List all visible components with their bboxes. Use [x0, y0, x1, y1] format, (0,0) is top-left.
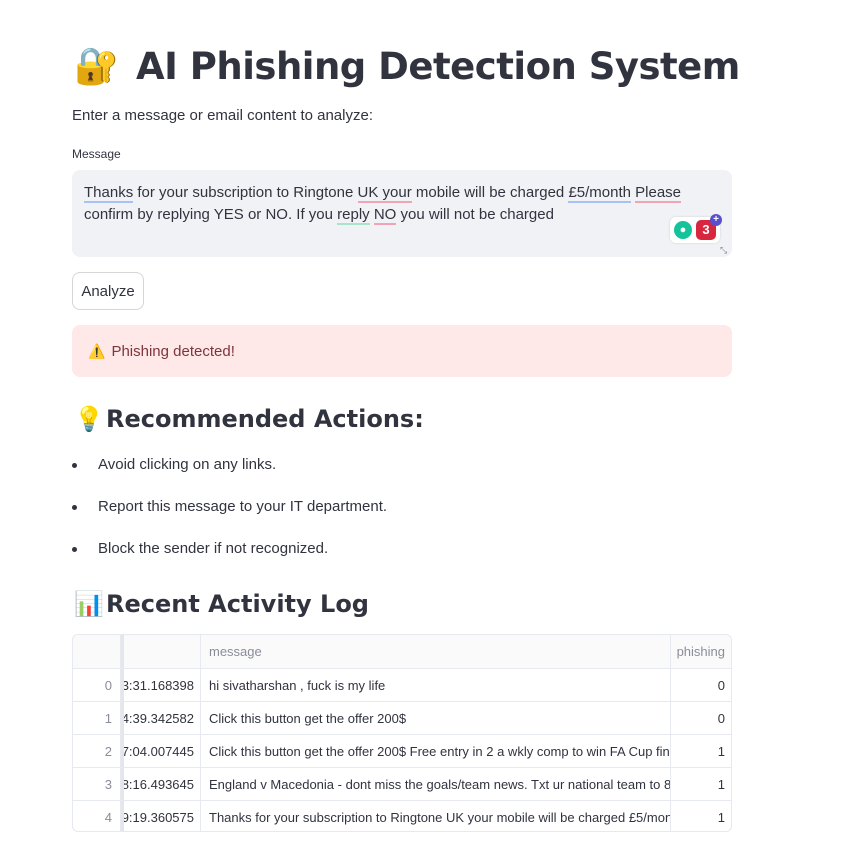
bullet-icon: [72, 547, 77, 552]
row-index: 2: [73, 735, 121, 767]
plus-icon: +: [710, 214, 722, 226]
message-text-segment: confirm by replying YES or NO. If you: [84, 206, 338, 223]
activity-log-table[interactable]: message phishing 0 :23:31.168398 hi siva…: [72, 634, 732, 832]
phishing-cell[interactable]: 1: [671, 768, 731, 800]
flagged-word[interactable]: Please: [635, 184, 682, 203]
row-index: 3: [73, 768, 121, 800]
list-item-text: Block the sender if not recognized.: [98, 540, 329, 557]
message-cell[interactable]: England v Macedonia - dont miss the goal…: [201, 768, 671, 800]
table-row[interactable]: 4 :29:19.360575 Thanks for your subscrip…: [73, 801, 731, 831]
message-textarea[interactable]: Thanks for your subscription to Ringtone…: [72, 170, 732, 257]
message-text-segment: mobile will be charged: [411, 184, 569, 201]
row-index: 0: [73, 669, 121, 701]
message-cell[interactable]: hi sivatharshan , fuck is my life: [201, 669, 671, 701]
message-text: Thanks for your subscription to Ringtone…: [84, 184, 682, 225]
input-prompt: Enter a message or email content to anal…: [72, 107, 373, 124]
phishing-alert: ⚠️ Phishing detected!: [72, 325, 732, 377]
table-row[interactable]: 0 :23:31.168398 hi sivatharshan , fuck i…: [73, 669, 731, 702]
list-item: Avoid clicking on any links.: [72, 452, 732, 494]
recommended-actions-list: Avoid clicking on any links. Report this…: [72, 452, 732, 578]
message-column-header[interactable]: message: [201, 635, 671, 668]
warning-icon: ⚠️: [88, 342, 106, 359]
issue-count-badge: 3: [702, 222, 710, 237]
bar-chart-icon: 📊: [74, 590, 104, 618]
phishing-column-header[interactable]: phishing: [671, 635, 731, 668]
timestamp-cell[interactable]: :24:39.342582: [121, 702, 201, 734]
table-header-row: message phishing: [73, 635, 731, 669]
table-row[interactable]: 1 :24:39.342582 Click this button get th…: [73, 702, 731, 735]
message-text-segment: for your subscription to Ringtone: [133, 184, 358, 201]
index-column-header[interactable]: [73, 635, 121, 668]
language-tool-icon[interactable]: 3 +: [696, 214, 722, 240]
row-index: 1: [73, 702, 121, 734]
timestamp-column-header[interactable]: [121, 635, 201, 668]
timestamp-cell[interactable]: :28:16.493645: [121, 768, 201, 800]
flagged-word[interactable]: NO: [373, 206, 397, 225]
message-cell[interactable]: Thanks for your subscription to Ringtone…: [201, 801, 671, 831]
flagged-word[interactable]: Thanks: [84, 184, 134, 203]
recommended-actions-title: Recommended Actions:: [106, 405, 424, 433]
flagged-word[interactable]: £5/month: [568, 184, 631, 203]
alert-text: Phishing detected!: [111, 342, 235, 360]
list-item: Report this message to your IT departmen…: [72, 494, 732, 536]
resize-handle-icon[interactable]: ⤡: [720, 246, 728, 255]
grammar-extension-badges[interactable]: ● 3 +: [670, 214, 722, 243]
list-item-text: Report this message to your IT departmen…: [98, 498, 388, 515]
flagged-word[interactable]: reply: [337, 206, 370, 225]
recommended-actions-heading: 💡 Recommended Actions:: [74, 403, 424, 435]
message-cell[interactable]: Click this button get the offer 200$ Fre…: [201, 735, 671, 767]
page-header: 🔐 AI Phishing Detection System: [74, 40, 740, 92]
message-text-segment: you will not be charged: [396, 206, 554, 223]
list-item: Block the sender if not recognized.: [72, 536, 732, 578]
flagged-word[interactable]: UK your: [357, 184, 412, 203]
list-item-text: Avoid clicking on any links.: [98, 456, 277, 473]
page-title: AI Phishing Detection System: [136, 44, 740, 88]
analyze-button[interactable]: Analyze: [72, 272, 144, 310]
phishing-cell[interactable]: 0: [671, 702, 731, 734]
lock-key-icon: 🔐: [74, 45, 119, 86]
light-bulb-icon: 💡: [74, 405, 104, 433]
row-index: 4: [73, 801, 121, 831]
table-row[interactable]: 3 :28:16.493645 England v Macedonia - do…: [73, 768, 731, 801]
phishing-cell[interactable]: 1: [671, 735, 731, 767]
grammarly-icon[interactable]: ●: [674, 221, 692, 239]
table-row[interactable]: 2 :27:04.007445 Click this button get th…: [73, 735, 731, 768]
phishing-cell[interactable]: 0: [671, 669, 731, 701]
activity-log-heading: 📊 Recent Activity Log: [74, 588, 369, 620]
message-field-label: Message: [72, 147, 121, 161]
timestamp-cell[interactable]: :23:31.168398: [121, 669, 201, 701]
phishing-cell[interactable]: 1: [671, 801, 731, 831]
bullet-icon: [72, 463, 77, 468]
bullet-icon: [72, 505, 77, 510]
message-cell[interactable]: Click this button get the offer 200$: [201, 702, 671, 734]
activity-log-title: Recent Activity Log: [106, 590, 369, 618]
app-page: 🔐 AI Phishing Detection System Enter a m…: [0, 0, 862, 842]
timestamp-cell[interactable]: :27:04.007445: [121, 735, 201, 767]
timestamp-cell[interactable]: :29:19.360575: [121, 801, 201, 831]
